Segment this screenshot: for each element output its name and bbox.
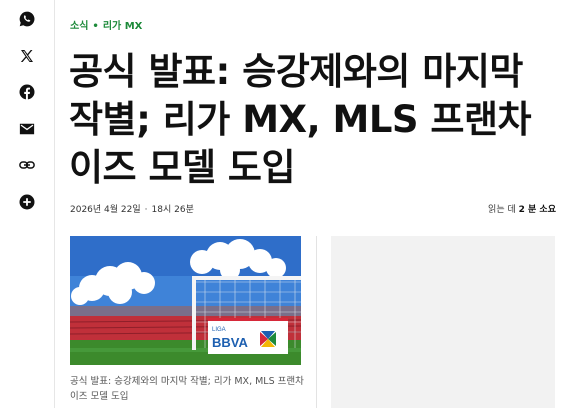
article-title: 공식 발표: 승강제와의 마지막 작별; 리가 MX, MLS 프랜차이즈 모델…	[69, 50, 532, 189]
board-liga-text: LIGA	[212, 327, 226, 333]
article-meta: 2026년 4월 22일 · 18시 26분	[70, 202, 194, 215]
publish-time: 18시 26분	[151, 205, 194, 215]
breadcrumb-league-link[interactable]: 리가 MX	[103, 21, 143, 32]
share-facebook-button[interactable]	[17, 82, 37, 102]
share-rail	[0, 0, 55, 408]
column-divider	[316, 236, 317, 408]
board-brand-text: BBVA	[212, 335, 248, 350]
more-icon	[19, 194, 35, 210]
breadcrumb-section-link[interactable]: 소식	[70, 21, 88, 32]
read-time: 읽는 데 2 분 소요	[488, 202, 556, 215]
image-caption: 공식 발표: 승강제와의 마지막 작별; 리가 MX, MLS 프랜차이즈 모델…	[70, 376, 304, 402]
email-icon	[19, 123, 35, 135]
read-time-prefix: 읽는 데	[488, 205, 516, 215]
share-more-button[interactable]	[17, 192, 37, 212]
ad-placeholder	[331, 236, 555, 408]
whatsapp-icon	[19, 11, 35, 27]
publish-date: 2026년 4월 22일	[70, 205, 141, 215]
breadcrumb: 소식 • 리가 MX	[70, 17, 142, 32]
share-email-button[interactable]	[17, 119, 37, 139]
facebook-icon	[19, 84, 35, 100]
x-icon	[20, 50, 33, 62]
meta-separator: ·	[144, 205, 148, 215]
share-x-button[interactable]	[17, 46, 37, 66]
read-time-value: 2 분 소요	[518, 205, 556, 215]
link-icon	[19, 161, 35, 169]
share-copy-link-button[interactable]	[17, 155, 37, 175]
breadcrumb-separator: •	[92, 21, 99, 32]
share-whatsapp-button[interactable]	[17, 9, 37, 29]
article-image[interactable]: LIGA BBVA	[70, 236, 301, 365]
stadium-photo: LIGA BBVA	[70, 236, 301, 365]
